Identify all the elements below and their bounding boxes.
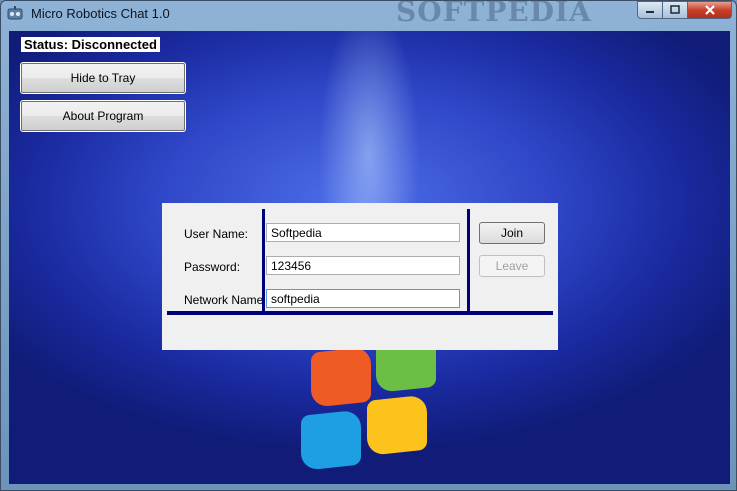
divider-bottom	[167, 311, 553, 315]
app-window: Micro Robotics Chat 1.0 SOFTPEDIA Status…	[0, 0, 737, 491]
password-input[interactable]	[266, 256, 460, 275]
title-bar[interactable]: Micro Robotics Chat 1.0 SOFTPEDIA	[1, 0, 736, 28]
network-name-label: Network Name	[184, 293, 264, 307]
user-name-input[interactable]	[266, 223, 460, 242]
about-program-button[interactable]: About Program	[20, 100, 186, 132]
network-name-input[interactable]	[266, 289, 460, 308]
app-icon	[7, 6, 23, 20]
join-button[interactable]: Join	[479, 222, 545, 244]
minimize-icon	[646, 11, 654, 13]
window-title: Micro Robotics Chat 1.0	[31, 6, 170, 21]
hide-to-tray-button[interactable]: Hide to Tray	[20, 62, 186, 94]
user-name-label: User Name:	[184, 227, 249, 241]
status-label: Status: Disconnected	[21, 37, 160, 52]
divider-left	[262, 209, 265, 313]
password-label: Password:	[184, 260, 241, 274]
minimize-button[interactable]	[637, 1, 663, 19]
close-button[interactable]	[688, 1, 732, 19]
windows-logo-image	[291, 331, 441, 477]
login-panel: User Name: Password: Network Name Join L…	[162, 203, 558, 350]
softpedia-watermark: SOFTPEDIA	[396, 0, 592, 28]
leave-button[interactable]: Leave	[479, 255, 545, 277]
divider-right	[467, 209, 470, 313]
maximize-icon	[670, 5, 680, 14]
maximize-button[interactable]	[663, 1, 688, 19]
client-area: Status: Disconnected Hide to Tray About …	[9, 31, 730, 484]
caption-buttons	[637, 1, 732, 19]
close-icon	[704, 5, 715, 15]
